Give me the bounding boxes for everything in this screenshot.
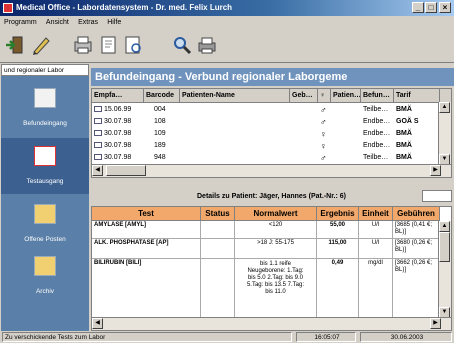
status-date: 30.06.2003 <box>360 332 452 342</box>
details-field[interactable] <box>422 190 452 202</box>
open-items-icon <box>34 204 56 224</box>
close-button[interactable]: × <box>439 2 451 13</box>
column-header[interactable]: Tarif <box>394 89 440 102</box>
main-window: Medical Office - Labordatensystem - Dr. … <box>0 0 454 343</box>
scroll-up-arrow-icon[interactable]: ▲ <box>439 221 450 232</box>
column-header[interactable]: Status <box>201 207 235 221</box>
sidebar-item-label: Testausgang <box>26 178 64 185</box>
envelope-icon <box>94 106 102 113</box>
column-header[interactable]: Patienten-Name <box>180 89 290 102</box>
table-row[interactable]: 30.07.98 108 ♂ Endbe… GOÄ S <box>92 116 440 128</box>
status-message: Zu verschickende Tests zum Labor <box>2 332 292 342</box>
sidebar-item-testausgang[interactable]: Testausgang <box>1 138 89 194</box>
envelope-icon <box>94 154 102 161</box>
table-row[interactable]: 15.06.99 004 ♂ Teilbe… BMÄ <box>92 104 440 116</box>
scroll-right-arrow-icon[interactable]: ▶ <box>430 165 441 176</box>
envelope-icon <box>94 130 102 137</box>
envelope-icon <box>94 118 102 125</box>
gender-icon: ♀ <box>320 141 327 151</box>
envelope-icon <box>94 142 102 149</box>
results-horizontal-scrollbar[interactable]: ◀ ▶ <box>92 164 451 177</box>
column-header[interactable]: Normalwert <box>235 207 317 221</box>
exit-icon[interactable] <box>4 34 26 56</box>
sidebar-item-label: Archiv <box>35 288 55 295</box>
menu-bar: Programm Ansicht Extras Hilfe <box>0 16 454 28</box>
scroll-up-arrow-icon[interactable]: ▲ <box>439 102 450 113</box>
column-header[interactable]: Empfa… <box>92 89 144 102</box>
tests-table: Test Status Normalwert Ergebnis Einheit … <box>91 206 452 331</box>
column-header[interactable]: Gebühren <box>393 207 440 221</box>
printer-icon[interactable] <box>196 34 218 56</box>
status-bar: Zu verschickende Tests zum Labor 16:05:0… <box>0 331 454 343</box>
menu-programm[interactable]: Programm <box>4 19 37 26</box>
column-header[interactable]: Patien… <box>331 89 361 102</box>
table-row[interactable]: 30.07.98 189 ♀ Endbe… BMÄ <box>92 140 440 152</box>
scroll-thumb[interactable] <box>439 232 450 262</box>
page-title: Befundeingang - Verbund regionaler Labor… <box>91 68 454 86</box>
gender-icon: ♂ <box>320 153 327 163</box>
outbox-icon <box>34 146 56 166</box>
minimize-button[interactable]: _ <box>412 2 424 13</box>
inbox-icon <box>34 88 56 108</box>
menu-extras[interactable]: Extras <box>78 19 98 26</box>
document-search-icon[interactable] <box>98 34 120 56</box>
scroll-left-arrow-icon[interactable]: ◀ <box>92 318 103 329</box>
gender-icon: ♀ <box>320 129 327 139</box>
print-icon[interactable] <box>72 34 94 56</box>
scroll-left-arrow-icon[interactable]: ◀ <box>92 165 103 176</box>
scroll-right-arrow-icon[interactable]: ▶ <box>430 318 441 329</box>
title-bar: Medical Office - Labordatensystem - Dr. … <box>0 0 454 16</box>
column-header[interactable]: Ergebnis <box>317 207 359 221</box>
status-time: 16:05:07 <box>296 332 356 342</box>
sidebar-item-label: Offene Posten <box>24 236 66 243</box>
column-header[interactable]: Geb… <box>290 89 318 102</box>
menu-hilfe[interactable]: Hilfe <box>107 19 121 26</box>
results-table: Empfa… Barcode Patienten-Name Geb… ♀ Pat… <box>91 88 452 178</box>
column-header[interactable]: Barcode <box>144 89 180 102</box>
column-header[interactable]: Test <box>92 207 201 221</box>
app-icon <box>3 3 13 13</box>
toolbar <box>0 28 454 63</box>
patient-details-label: Details zu Patient: Jäger, Hannes (Pat.-… <box>197 193 346 200</box>
scroll-thumb[interactable] <box>106 165 146 176</box>
sidebar-item-label: Befundeingang <box>23 120 67 127</box>
column-header[interactable]: Befun… <box>361 89 394 102</box>
sidebar-tab[interactable]: und regionaler Labor <box>1 64 89 76</box>
document-list-icon[interactable] <box>122 34 144 56</box>
window-title: Medical Office - Labordatensystem - Dr. … <box>16 3 233 12</box>
tests-horizontal-scrollbar[interactable]: ◀ ▶ <box>92 317 451 330</box>
column-header[interactable]: Einheit <box>359 207 393 221</box>
magnifier-icon[interactable] <box>171 34 193 56</box>
results-vertical-scrollbar[interactable]: ▲ ▼ <box>438 102 451 165</box>
maximize-button[interactable]: □ <box>425 2 437 13</box>
archive-icon <box>34 256 56 276</box>
gender-icon: ♂ <box>320 105 327 115</box>
results-table-header: Empfa… Barcode Patienten-Name Geb… ♀ Pat… <box>92 89 451 103</box>
gender-icon: ♂ <box>320 117 327 127</box>
column-header[interactable]: ♀ <box>318 89 331 102</box>
menu-ansicht[interactable]: Ansicht <box>46 19 69 26</box>
edit-icon[interactable] <box>30 34 52 56</box>
table-row[interactable]: 30.07.98 109 ♀ Endbe… BMÄ <box>92 128 440 140</box>
sidebar-item-archiv[interactable]: Archiv <box>1 248 89 304</box>
sidebar: Befundeingang Testausgang Offene Posten … <box>1 76 89 331</box>
table-row[interactable]: 30.07.98 948 ♂ Teilbe… BMÄ <box>92 152 440 164</box>
tests-vertical-scrollbar[interactable]: ▲ ▼ <box>438 221 451 318</box>
sidebar-item-offene-posten[interactable]: Offene Posten <box>1 196 89 252</box>
sidebar-item-befundeingang[interactable]: Befundeingang <box>1 80 89 136</box>
